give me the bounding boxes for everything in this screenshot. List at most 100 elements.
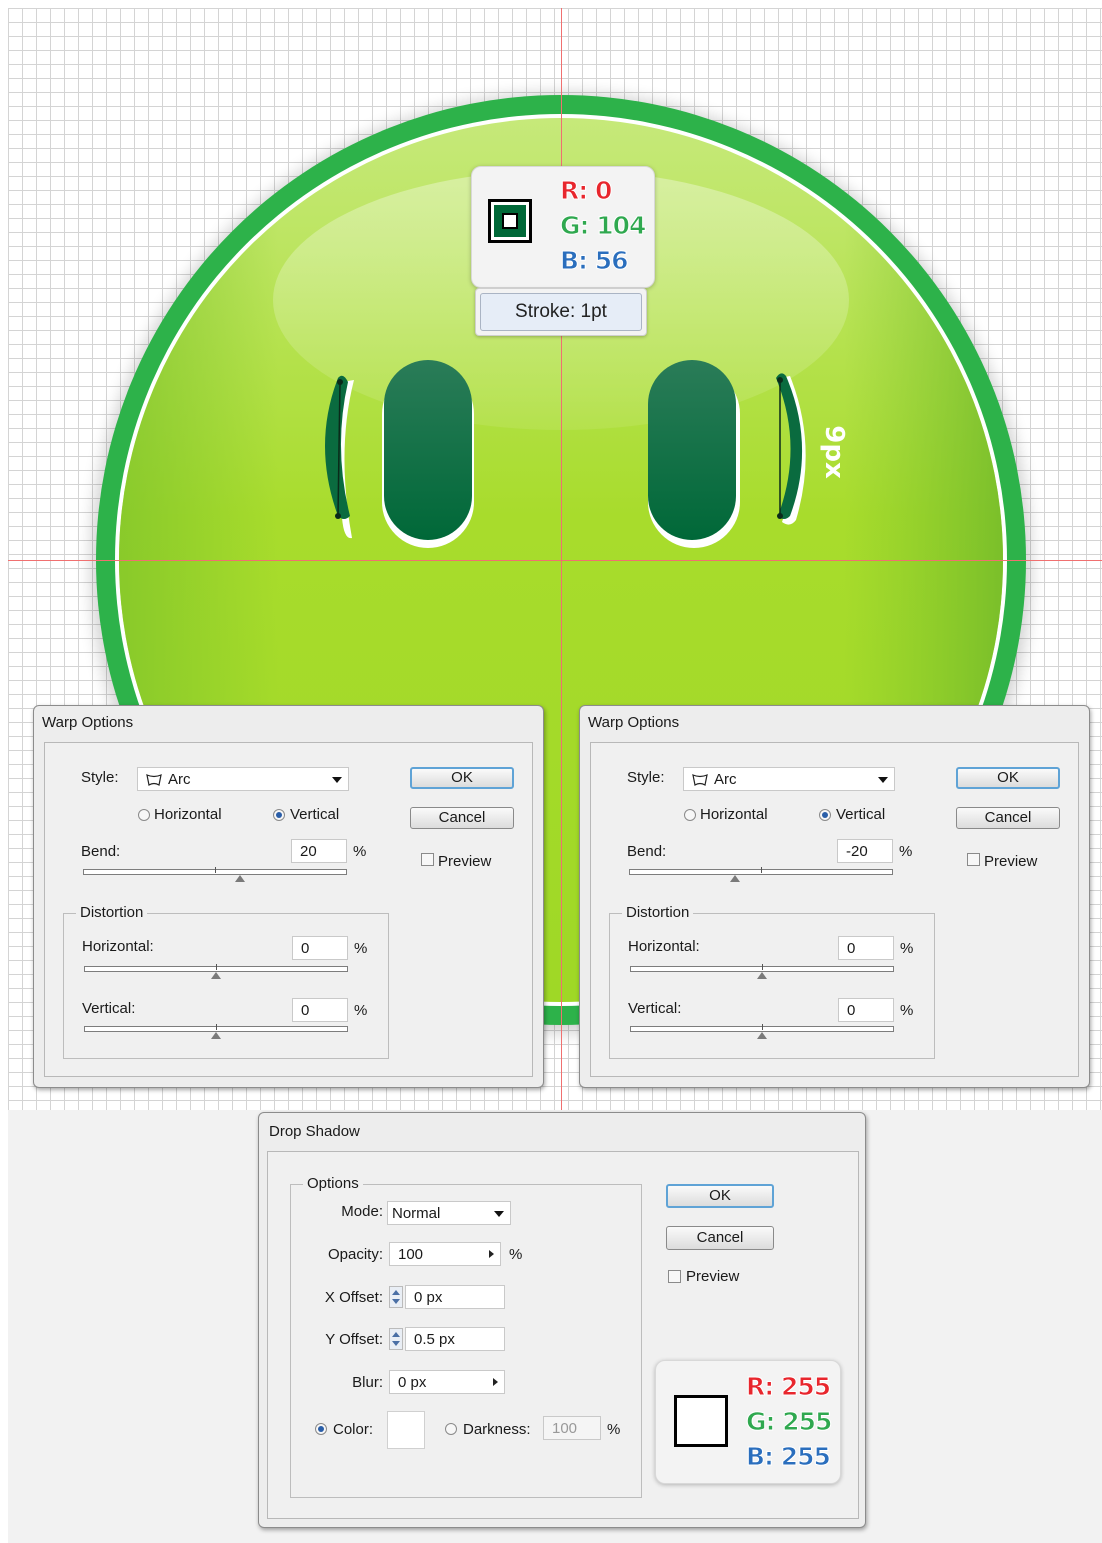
- shadow-r-value: R: 255: [745, 1372, 831, 1402]
- dist-horizontal-slider[interactable]: [84, 964, 348, 979]
- preview-label: Preview: [438, 853, 492, 870]
- preview-label: Preview: [984, 853, 1038, 870]
- fill-swatch-color: [494, 205, 526, 237]
- slider-center-tick: [216, 1024, 217, 1030]
- dist-horizontal-slider[interactable]: [630, 964, 894, 979]
- dialog-title: Warp Options: [588, 714, 680, 731]
- dist-vertical-input[interactable]: 0: [838, 998, 894, 1022]
- options-label: Options: [303, 1175, 363, 1192]
- shadow-color-swatch[interactable]: [387, 1411, 425, 1449]
- preview-checkbox[interactable]: [967, 853, 980, 866]
- style-select[interactable]: Arc: [683, 767, 895, 791]
- x-offset-spinner-icon[interactable]: [389, 1286, 403, 1308]
- ok-button[interactable]: OK: [956, 767, 1060, 789]
- stepper-right-icon[interactable]: [493, 1378, 498, 1386]
- dist-horizontal-thumb[interactable]: [757, 972, 767, 979]
- anchor-point: [335, 513, 341, 519]
- vertical-label: Vertical: [836, 806, 886, 823]
- bend-slider-thumb[interactable]: [730, 875, 740, 882]
- x-offset-label: X Offset:: [324, 1289, 383, 1306]
- dist-vertical-thumb[interactable]: [211, 1032, 221, 1039]
- ok-button[interactable]: OK: [666, 1184, 774, 1208]
- style-select[interactable]: Arc: [137, 767, 349, 791]
- mode-label: Mode:: [341, 1203, 383, 1220]
- darkness-label: Darkness:: [463, 1421, 531, 1438]
- anchor-point: [337, 379, 343, 385]
- dist-vertical-label: Vertical:: [82, 1000, 136, 1017]
- horizontal-guide: [8, 560, 1102, 561]
- dialog-body: Style: Arc Horizontal Vertical Bend: 20 …: [44, 742, 533, 1077]
- fill-rgb-values: R: 0 G: 104 B: 56: [559, 173, 646, 278]
- blur-value: 0 px: [398, 1374, 427, 1391]
- right-eye: [648, 360, 736, 540]
- options-group: Options Mode: Normal Opacity: 100 % X Of…: [290, 1175, 642, 1498]
- fill-color-popup: R: 0 G: 104 B: 56: [471, 166, 655, 288]
- preview-checkbox[interactable]: [668, 1270, 681, 1283]
- dist-horizontal-label: Horizontal:: [82, 938, 154, 955]
- preview-checkbox[interactable]: [421, 853, 434, 866]
- shadow-b-value: B: 255: [745, 1442, 831, 1472]
- slider-center-tick: [761, 867, 762, 873]
- bend-slider-thumb[interactable]: [235, 875, 245, 882]
- blur-input[interactable]: 0 px: [389, 1370, 505, 1394]
- dist-vertical-slider[interactable]: [630, 1024, 894, 1039]
- bend-slider[interactable]: [629, 867, 893, 882]
- percent-sign: %: [354, 1002, 368, 1019]
- cancel-button[interactable]: Cancel: [666, 1226, 774, 1250]
- anchor-point: [777, 513, 783, 519]
- dist-horizontal-label: Horizontal:: [628, 938, 700, 955]
- warp-options-dialog-left: Warp Options Style: Arc Horizontal Verti…: [33, 705, 544, 1088]
- fill-swatch-icon: [488, 199, 532, 243]
- dist-horizontal-input[interactable]: 0: [838, 936, 894, 960]
- warp-options-dialog-right: Warp Options Style: Arc Horizontal Verti…: [579, 705, 1090, 1088]
- x-offset-input[interactable]: 0 px: [405, 1285, 505, 1309]
- stroke-weight-label: Stroke: 1pt: [480, 293, 642, 331]
- color-radio[interactable]: [315, 1423, 327, 1435]
- percent-sign: %: [900, 940, 914, 957]
- stepper-right-icon[interactable]: [489, 1250, 494, 1258]
- anchor-point: [777, 377, 783, 383]
- darkness-input[interactable]: 100: [543, 1416, 601, 1440]
- bend-slider[interactable]: [83, 867, 347, 882]
- percent-sign: %: [354, 940, 368, 957]
- fill-g-value: G: 104: [559, 211, 646, 241]
- cancel-button[interactable]: Cancel: [956, 807, 1060, 829]
- opacity-value: 100: [398, 1246, 424, 1263]
- slider-center-tick: [216, 964, 217, 970]
- bend-input[interactable]: 20: [291, 839, 347, 863]
- horizontal-radio[interactable]: [684, 809, 696, 821]
- horizontal-label: Horizontal: [700, 806, 768, 823]
- y-offset-spinner-icon[interactable]: [389, 1328, 403, 1350]
- dialog-title: Warp Options: [42, 714, 134, 731]
- percent-sign: %: [353, 843, 367, 860]
- chevron-down-icon: [332, 777, 342, 783]
- chevron-down-icon: [494, 1211, 504, 1217]
- dist-vertical-slider[interactable]: [84, 1024, 348, 1039]
- dialog-body: Style: Arc Horizontal Vertical Bend: -20…: [590, 742, 1079, 1077]
- dist-vertical-input[interactable]: 0: [292, 998, 348, 1022]
- dimension-label: 9px: [819, 425, 849, 479]
- y-offset-input[interactable]: 0.5 px: [405, 1327, 505, 1351]
- shadow-rgb-values: R: 255 G: 255 B: 255: [745, 1369, 832, 1474]
- bend-input[interactable]: -20: [837, 839, 893, 863]
- horizontal-label: Horizontal: [154, 806, 222, 823]
- dist-horizontal-thumb[interactable]: [211, 972, 221, 979]
- dist-vertical-thumb[interactable]: [757, 1032, 767, 1039]
- percent-sign: %: [900, 1002, 914, 1019]
- y-offset-label: Y Offset:: [325, 1331, 383, 1348]
- darkness-radio[interactable]: [445, 1423, 457, 1435]
- cancel-button[interactable]: Cancel: [410, 807, 514, 829]
- shadow-g-value: G: 255: [745, 1407, 832, 1437]
- chevron-down-icon: [878, 777, 888, 783]
- fill-b-value: B: 56: [559, 246, 629, 276]
- shadow-swatch-icon: [674, 1395, 728, 1447]
- dist-horizontal-input[interactable]: 0: [292, 936, 348, 960]
- vertical-radio[interactable]: [819, 809, 831, 821]
- mode-select[interactable]: Normal: [387, 1201, 511, 1225]
- ok-button[interactable]: OK: [410, 767, 514, 789]
- arc-warp-icon: [146, 773, 162, 786]
- vertical-label: Vertical: [290, 806, 340, 823]
- opacity-input[interactable]: 100: [389, 1242, 501, 1266]
- horizontal-radio[interactable]: [138, 809, 150, 821]
- vertical-radio[interactable]: [273, 809, 285, 821]
